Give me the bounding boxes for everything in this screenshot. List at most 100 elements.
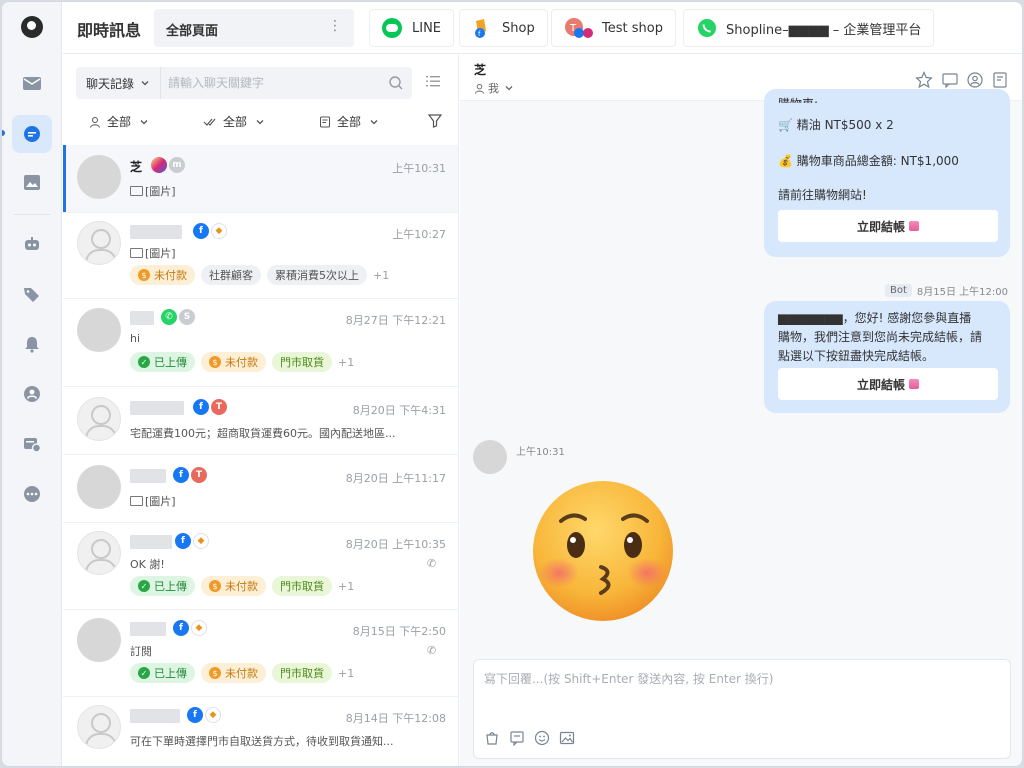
filter-icon[interactable]	[427, 113, 443, 129]
bell-icon[interactable]	[12, 325, 52, 363]
grey-badge-icon: m	[169, 157, 185, 173]
tag-list: ✓ 已上傳 $ 未付款 門市取貨 +1	[130, 352, 354, 372]
note-icon[interactable]	[991, 71, 1009, 89]
conversation-list-panel: 聊天記錄 全部 全部 全部	[63, 55, 459, 766]
filter-assignee[interactable]: 全部	[89, 113, 149, 130]
channel-badges: f ◆	[173, 620, 207, 636]
channel-badges: f ◆	[193, 223, 227, 239]
app-window: 即時訊息 全部頁面 ⋮ LINE f Shop T Test shop Shop…	[1, 1, 1023, 767]
facebook-icon: f	[187, 707, 203, 723]
image-icon[interactable]	[12, 164, 52, 202]
tag-icon[interactable]	[12, 275, 52, 313]
contact-name: 芝	[130, 160, 143, 174]
star-icon[interactable]	[915, 71, 933, 89]
message-line: 點選以下按鈕盡快完成結帳。	[778, 349, 935, 363]
bot-icon[interactable]	[12, 225, 52, 263]
more-tags[interactable]: +1	[338, 580, 354, 593]
template-icon[interactable]	[509, 730, 525, 746]
last-message: hi	[130, 332, 140, 345]
channel-tab-label: Shop	[502, 20, 535, 36]
assignee-select[interactable]: 我	[474, 80, 514, 96]
kebab-icon: ⋮	[328, 18, 342, 34]
chat-icon[interactable]	[12, 115, 52, 153]
list-view-icon[interactable]	[425, 73, 441, 89]
conversation-item[interactable]: 芝 m 上午10:31 [圖片]	[63, 145, 458, 213]
shop-icon: ◆	[193, 533, 209, 549]
channel-tab-shopline[interactable]: Shopline–▆▆▆▆ – 企業管理平台	[683, 9, 935, 47]
search-mode-select[interactable]: 聊天記錄	[76, 67, 161, 99]
app-logo	[21, 16, 43, 38]
more-tags[interactable]: +1	[338, 356, 354, 369]
channel-tab-shop[interactable]: f Shop	[459, 9, 548, 47]
conversation-item[interactable]: f T 8月20日 下午4:31 宅配運費100元；超商取貨運費60元。國內配送…	[63, 387, 458, 455]
avatar	[77, 465, 121, 509]
last-message: [圖片]	[130, 183, 176, 199]
channel-tab-line[interactable]: LINE	[369, 9, 455, 47]
tag-store-pickup: 門市取貨	[272, 352, 332, 372]
profile-icon[interactable]	[966, 71, 984, 89]
image-icon	[130, 496, 143, 506]
message-time: 8月27日 下午12:21	[345, 314, 446, 327]
message-line: ▆▆▆▆▆▆▆，您好! 感謝您參與直播	[778, 311, 972, 325]
last-message-text: 宅配運費100元；超商取貨運費60元。國內配送地區...	[130, 427, 396, 440]
channel-tab-test-shop[interactable]: T Test shop	[551, 9, 676, 47]
more-tags[interactable]: +1	[338, 667, 354, 680]
conversation-item[interactable]: f T 8月20日 上午11:17 [圖片]	[63, 455, 458, 523]
last-message: 可在下單時選擇門市自取送貨方式，待收到取貨通知...	[130, 733, 394, 749]
filter-status[interactable]: 全部	[203, 113, 265, 130]
avatar	[77, 155, 121, 199]
tag-store-pickup: 門市取貨	[272, 663, 332, 683]
last-message-text: 可在下單時選擇門市自取送貨方式，待收到取貨通知...	[130, 735, 394, 748]
search-icon[interactable]	[388, 75, 404, 91]
filter-label: 全部	[223, 115, 248, 129]
top-bar: 即時訊息 全部頁面 ⋮ LINE f Shop T Test shop Shop…	[63, 2, 1022, 54]
message-line: 🛒 精油 NT$500 x 2	[778, 118, 894, 132]
tag-uploaded: ✓ 已上傳	[130, 663, 195, 683]
tag-social: 社群顧客	[201, 265, 261, 285]
conversation-item[interactable]: f ◆ 8月15日 下午2:50 ✆ 訂閱 ✓ 已上傳 $ 未付款 門市取貨 +1	[63, 610, 458, 697]
message-line: 💰 購物車商品總金額: NT$1,000	[778, 154, 959, 168]
conversation-item[interactable]: ✆ S 8月27日 下午12:21 hi ✓ 已上傳 $ 未付款 門市取貨 +1	[63, 299, 458, 387]
contact-icon[interactable]	[12, 375, 52, 413]
inbox-icon[interactable]	[12, 64, 52, 102]
shopping-bag-icon[interactable]	[484, 730, 500, 746]
channel-badges: f ◆	[187, 707, 221, 723]
avatar	[77, 531, 121, 575]
checkout-button[interactable]: 立即結帳	[778, 210, 998, 242]
last-message-text: 訂閱	[130, 645, 152, 658]
conversation-item[interactable]: f ◆ 8月20日 上午10:35 ✆ OK 謝! ✓ 已上傳 $ 未付款 門市取貨…	[63, 523, 458, 610]
message-time: 上午10:31	[392, 162, 446, 175]
facebook-icon: f	[193, 399, 209, 415]
filter-type[interactable]: 全部	[319, 113, 379, 130]
more-icon[interactable]	[12, 475, 52, 513]
message-time: 8月20日 下午4:31	[352, 404, 446, 417]
contact-name-redacted	[130, 622, 166, 636]
tag-unpaid: $ 未付款	[201, 352, 266, 372]
chevron-down-icon	[141, 81, 149, 86]
more-tags[interactable]: +1	[373, 269, 389, 282]
message-time: 8月15日 上午12:00	[916, 287, 1008, 298]
message-time: 8月15日 下午2:50	[352, 625, 446, 638]
emoji-icon[interactable]	[534, 730, 550, 746]
tag-loyal: 累積消費5次以上	[267, 265, 367, 285]
assignee-label: 我	[488, 82, 499, 95]
tag-uploaded: ✓ 已上傳	[130, 576, 195, 596]
pages-select[interactable]: 全部頁面 ⋮	[154, 9, 354, 47]
conversation-item[interactable]: f ◆ 8月14日 下午12:08 可在下單時選擇門市自取送貨方式，待收到取貨通…	[63, 697, 458, 766]
avatar	[77, 308, 121, 352]
search-input[interactable]	[168, 67, 378, 99]
facebook-icon: f	[173, 620, 189, 636]
reply-input[interactable]	[484, 670, 994, 710]
contact-name-redacted	[130, 469, 166, 483]
broadcast-icon[interactable]	[12, 425, 52, 463]
chevron-down-icon	[140, 119, 148, 124]
instagram-icon	[151, 157, 167, 173]
conversation-item[interactable]: f ◆ 上午10:27 [圖片] $ 未付款 社群顧客 累積消費5次以上 +1	[63, 213, 458, 299]
avatar	[77, 705, 121, 749]
checkout-button[interactable]: 立即結帳	[778, 368, 998, 400]
image-upload-icon[interactable]	[559, 730, 575, 746]
comment-icon[interactable]	[941, 71, 959, 89]
line-icon	[382, 17, 404, 39]
message-composer	[473, 659, 1011, 759]
chevron-down-icon	[505, 86, 513, 91]
